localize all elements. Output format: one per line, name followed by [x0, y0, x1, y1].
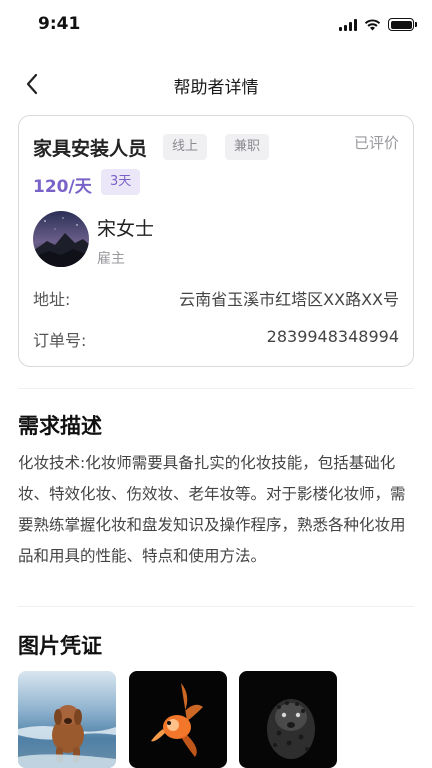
tag-parttime: 兼职 — [225, 134, 270, 160]
photos-title: 图片凭证 — [18, 634, 102, 658]
divider — [18, 388, 414, 389]
order-value: 2839948348994 — [266, 327, 399, 346]
page-title: 帮助者详情 — [173, 78, 259, 98]
status-time: 9:41 — [38, 14, 81, 34]
employer-role: 雇主 — [97, 251, 125, 267]
duration-badge: 3天 — [101, 169, 141, 195]
wifi-icon — [364, 18, 381, 30]
address-label: 地址: — [33, 290, 71, 309]
goldfish-photo[interactable] — [129, 671, 227, 768]
job-title: 家具安装人员 — [33, 138, 148, 160]
description-text: 化妆技术:化妆师需要具备扎实的化妆技能，包括基础化妆、特效化妆、伤效妆、老年妆等… — [18, 454, 406, 565]
order-label: 订单号: — [33, 331, 87, 350]
dog-photo[interactable] — [18, 671, 116, 768]
status-icons — [339, 18, 417, 31]
cellular-signal-icon — [339, 18, 357, 31]
battery-icon — [388, 18, 417, 31]
job-price: 120/天 — [33, 177, 92, 197]
address-value: 云南省玉溪市红塔区XX路XX号 — [179, 290, 399, 309]
address-row: 地址: 云南省玉溪市红塔区XX路XX号 — [33, 286, 399, 310]
avatar — [33, 211, 89, 267]
leopard-photo[interactable] — [239, 671, 337, 768]
divider — [18, 606, 414, 607]
job-card: 家具安装人员 线上 兼职 已评价 120/天 3天 宋女士 雇主 地址: 云南省… — [18, 115, 414, 367]
navigation-bar: 帮助者详情 — [0, 62, 432, 106]
employer-name: 宋女士 — [97, 218, 155, 240]
review-status: 已评价 — [353, 134, 399, 152]
tag-online: 线上 — [163, 134, 208, 160]
description-title: 需求描述 — [18, 414, 102, 438]
order-row: 订单号: 2839948348994 — [33, 327, 399, 351]
status-bar: 9:41 — [0, 0, 432, 50]
